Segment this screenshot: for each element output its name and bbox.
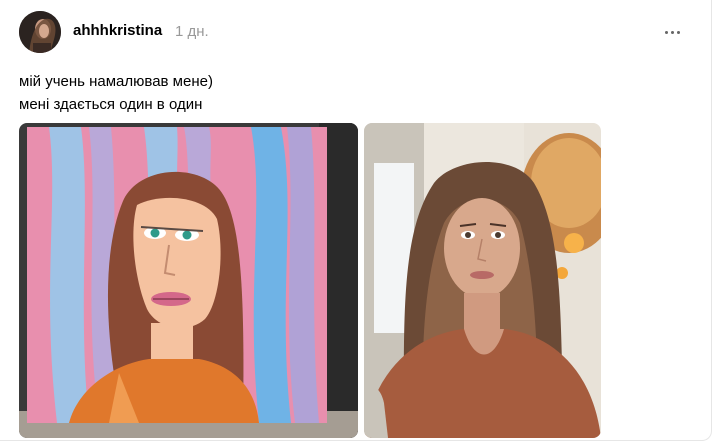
more-dot-icon bbox=[670, 30, 674, 34]
caption-line: мені здається один в один bbox=[19, 96, 203, 113]
post-timestamp[interactable]: 1 дн. bbox=[175, 23, 209, 40]
post-image-painting[interactable] bbox=[19, 123, 358, 438]
selfie-image bbox=[364, 123, 601, 438]
more-options-button[interactable] bbox=[660, 22, 684, 42]
post-image-photo[interactable] bbox=[364, 123, 601, 438]
caption-line: мій учень намалював мене) bbox=[19, 73, 213, 90]
author-avatar[interactable] bbox=[19, 11, 61, 53]
more-dot-icon bbox=[664, 30, 668, 34]
more-dot-icon bbox=[676, 30, 680, 34]
post-card: ahhhkristina 1 дн. мій учень намалював м… bbox=[0, 0, 712, 441]
post-caption: мій учень намалював мене) мені здається … bbox=[19, 70, 213, 116]
painting-image bbox=[19, 123, 358, 438]
author-username[interactable]: ahhhkristina bbox=[73, 22, 162, 39]
